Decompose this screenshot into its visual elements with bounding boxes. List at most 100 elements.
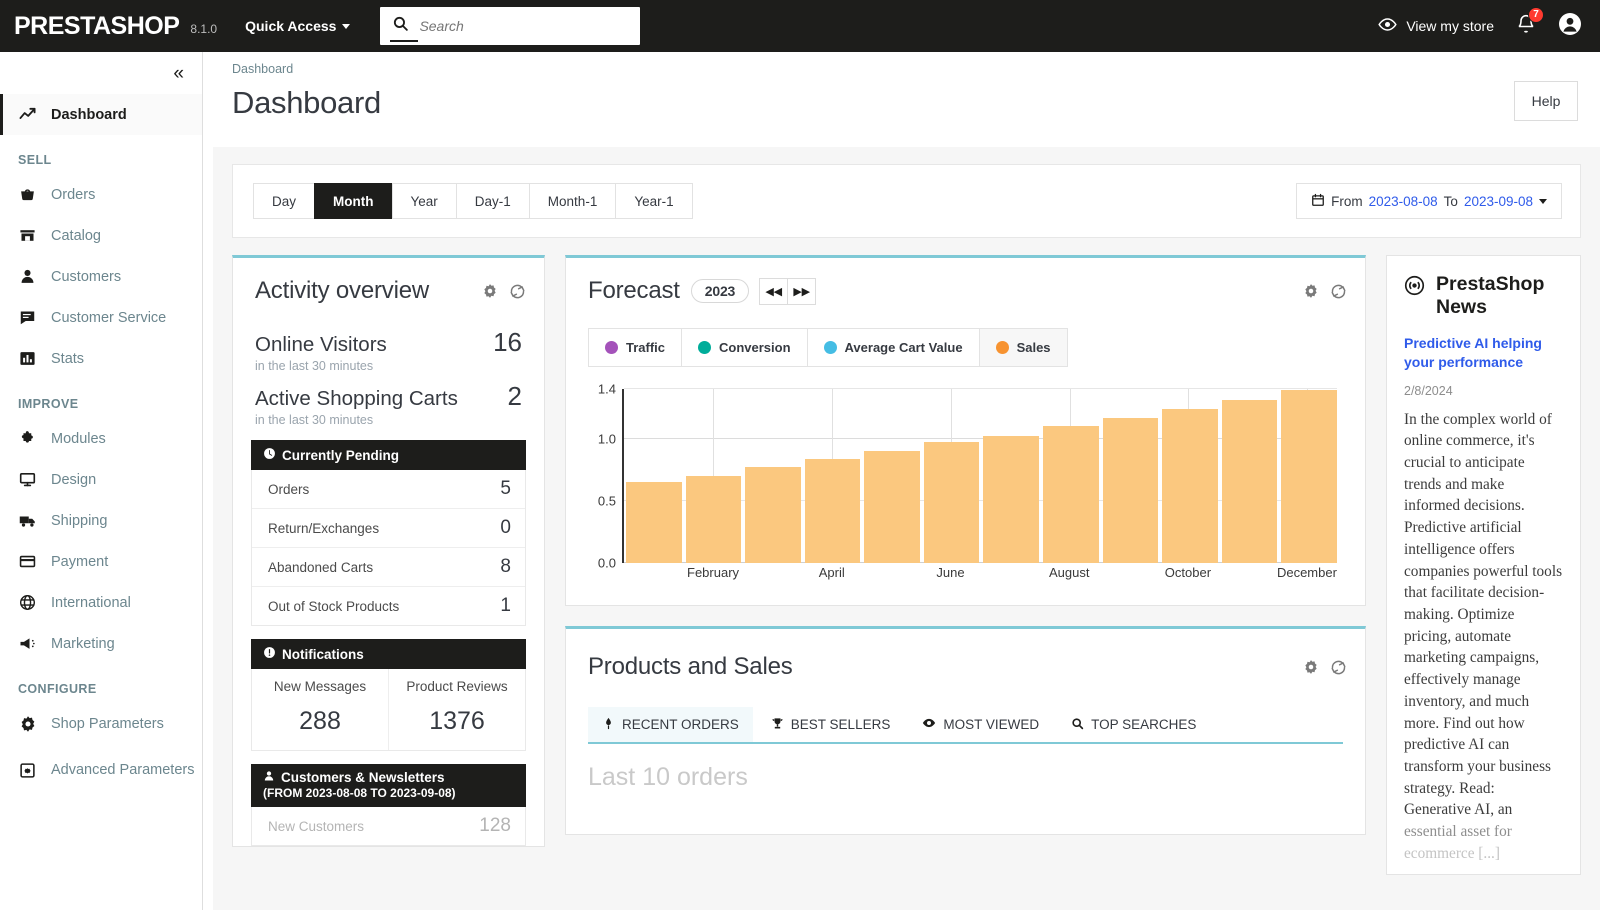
chart-bar[interactable] — [924, 442, 980, 563]
sidebar-item-modules[interactable]: Modules — [0, 418, 202, 459]
previous-year-button[interactable]: ◀◀ — [759, 278, 788, 305]
period-year-minus-1-button[interactable]: Year-1 — [615, 183, 692, 219]
tab-recent-orders[interactable]: RECENT ORDERS — [588, 707, 753, 742]
date-from-label: From — [1331, 194, 1363, 209]
legend-item-sales[interactable]: Sales — [980, 329, 1067, 366]
pending-list: Orders 5 Return/Exchanges 0 Abandoned Ca… — [251, 470, 526, 626]
list-item[interactable]: Orders 5 — [252, 470, 525, 509]
new-messages-label: New Messages — [252, 679, 388, 694]
online-visitors-value: 16 — [493, 327, 522, 358]
exclamation-icon — [263, 646, 276, 662]
help-button[interactable]: Help — [1514, 81, 1578, 121]
sidebar-item-dashboard[interactable]: Dashboard — [0, 94, 202, 135]
date-from-value[interactable]: 2023-08-08 — [1369, 194, 1438, 209]
chart-bar[interactable] — [864, 451, 920, 563]
sidebar-scrollbar[interactable] — [202, 56, 203, 836]
pending-returns-label: Return/Exchanges — [268, 521, 379, 536]
basket-icon — [18, 186, 37, 203]
sidebar-section-improve: IMPROVE — [0, 379, 202, 418]
gear-icon[interactable] — [1303, 283, 1319, 299]
sidebar-item-international[interactable]: International — [0, 582, 202, 623]
next-year-button[interactable]: ▶▶ — [787, 278, 816, 305]
collapse-sidebar-button[interactable]: « — [173, 64, 182, 83]
chart-bar[interactable] — [1281, 390, 1337, 563]
user-icon — [263, 770, 275, 785]
news-body-fade-2: ecommerce [...] — [1404, 845, 1500, 862]
list-item[interactable]: Abandoned Carts 8 — [252, 548, 525, 587]
new-messages-cell[interactable]: New Messages 288 — [252, 669, 388, 750]
tab-most-viewed[interactable]: MOST VIEWED — [908, 707, 1053, 742]
period-year-button[interactable]: Year — [392, 183, 457, 219]
tab-best-sellers[interactable]: BEST SELLERS — [757, 707, 905, 742]
sidebar-item-label: Stats — [51, 351, 84, 367]
period-month-button[interactable]: Month — [314, 183, 392, 219]
news-title: PrestaShop News — [1436, 273, 1563, 319]
period-day-minus-1-button[interactable]: Day-1 — [456, 183, 530, 219]
sidebar-item-shipping[interactable]: Shipping — [0, 500, 202, 541]
product-reviews-cell[interactable]: Product Reviews 1376 — [388, 669, 525, 750]
account-avatar-button[interactable] — [1558, 12, 1582, 41]
chart-bar[interactable] — [1043, 426, 1099, 563]
chart-bar[interactable] — [1103, 418, 1159, 563]
x-axis-tick-label — [624, 565, 683, 585]
date-range-picker[interactable]: From 2023-08-08 To 2023-09-08 — [1296, 183, 1562, 219]
y-axis-tick-label: 1.4 — [588, 382, 616, 397]
abandoned-carts-label: Abandoned Carts — [268, 560, 373, 575]
gear-icon[interactable] — [482, 283, 498, 299]
sliders-icon — [18, 762, 37, 779]
sidebar-item-advanced-parameters[interactable]: Advanced Parameters — [0, 744, 202, 796]
sidebar-item-shop-parameters[interactable]: Shop Parameters — [0, 703, 202, 744]
chart-bar[interactable] — [983, 436, 1039, 563]
page-title: Dashboard — [213, 76, 1600, 121]
period-day-button[interactable]: Day — [253, 183, 315, 219]
refresh-icon[interactable] — [509, 283, 526, 300]
notifications-grid: New Messages 288 Product Reviews 1376 — [251, 669, 526, 751]
tab-top-searches[interactable]: TOP SEARCHES — [1057, 707, 1210, 742]
card-tools — [482, 283, 526, 300]
online-visitors-label: Online Visitors — [255, 333, 387, 357]
sidebar-item-marketing[interactable]: Marketing — [0, 623, 202, 664]
list-item[interactable]: New Customers 128 — [252, 807, 525, 845]
sidebar-item-payment[interactable]: Payment — [0, 541, 202, 582]
sidebar-item-catalog[interactable]: Catalog — [0, 215, 202, 256]
refresh-icon[interactable] — [1330, 283, 1347, 300]
news-body: In the complex world of online commerce,… — [1404, 409, 1563, 865]
sidebar-item-customers[interactable]: Customers — [0, 256, 202, 297]
sidebar-item-stats[interactable]: Stats — [0, 338, 202, 379]
date-to-value[interactable]: 2023-09-08 — [1464, 194, 1533, 209]
bar-chart-icon — [18, 350, 37, 367]
quick-access-menu[interactable]: Quick Access — [245, 18, 350, 34]
refresh-icon[interactable] — [1330, 659, 1347, 676]
sidebar-item-orders[interactable]: Orders — [0, 174, 202, 215]
news-article-link[interactable]: Predictive AI helping your performance — [1404, 334, 1563, 372]
chart-bar[interactable] — [805, 459, 861, 563]
notifications-button[interactable]: 7 — [1516, 14, 1536, 39]
chart-bar[interactable] — [686, 476, 742, 563]
gear-icon[interactable] — [1303, 659, 1319, 675]
clock-icon — [263, 447, 276, 463]
credit-card-icon — [18, 553, 37, 570]
period-month-minus-1-button[interactable]: Month-1 — [529, 183, 617, 219]
legend-item-traffic[interactable]: Traffic — [589, 329, 682, 366]
out-of-stock-value: 1 — [500, 595, 511, 617]
chart-bar[interactable] — [626, 482, 682, 563]
sidebar-item-customer-service[interactable]: Customer Service — [0, 297, 202, 338]
legend-item-conversion[interactable]: Conversion — [682, 329, 808, 366]
search-input[interactable] — [419, 7, 640, 45]
chart-bar[interactable] — [1162, 409, 1218, 563]
view-my-store-link[interactable]: View my store — [1378, 15, 1494, 37]
legend-label: Traffic — [626, 340, 665, 355]
products-sales-tabs: RECENT ORDERS BEST S — [588, 707, 1365, 742]
x-axis-tick-label: October — [1158, 565, 1217, 585]
chart-bar[interactable] — [1222, 400, 1278, 563]
search-box[interactable] — [380, 7, 640, 45]
legend-item-average-cart-value[interactable]: Average Cart Value — [808, 329, 980, 366]
legend-color-dot — [698, 341, 711, 354]
list-item[interactable]: Return/Exchanges 0 — [252, 509, 525, 548]
chart-bar[interactable] — [745, 467, 801, 563]
card-tools — [1303, 283, 1347, 300]
sidebar-item-design[interactable]: Design — [0, 459, 202, 500]
main-content: Dashboard Dashboard Help Day Month Year … — [213, 52, 1600, 910]
x-axis-tick-label: February — [683, 565, 742, 585]
list-item[interactable]: Out of Stock Products 1 — [252, 587, 525, 625]
